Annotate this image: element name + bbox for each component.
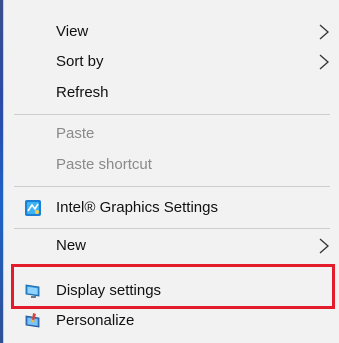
- menu-item-label: Paste: [56, 125, 95, 142]
- menu-item-label: Display settings: [56, 282, 162, 299]
- intel-graphics-icon: [25, 200, 41, 216]
- menu-item-new[interactable]: New: [4, 230, 339, 262]
- menu-item-label: View: [56, 23, 89, 40]
- display-monitor-icon: [25, 284, 40, 298]
- menu-item-paste-shortcut[interactable]: Paste shortcut: [4, 149, 339, 181]
- menu-item-sort-by[interactable]: Sort by: [4, 46, 339, 78]
- menu-item-label: Sort by: [56, 53, 104, 70]
- chevron-right-icon: [319, 24, 329, 40]
- menu-separator: [14, 186, 330, 187]
- menu-separator: [14, 266, 330, 267]
- menu-item-refresh[interactable]: Refresh: [4, 77, 339, 109]
- menu-item-label: Paste shortcut: [56, 156, 152, 173]
- personalize-icon: [25, 313, 40, 328]
- menu-item-label: Personalize: [56, 312, 135, 329]
- chevron-right-icon: [319, 54, 329, 70]
- desktop-context-menu: View Sort by Refresh Paste Paste shortcu…: [3, 0, 339, 343]
- menu-item-paste[interactable]: Paste: [4, 118, 339, 150]
- menu-separator: [14, 114, 330, 115]
- menu-item-label: Refresh: [56, 84, 109, 101]
- menu-item-view[interactable]: View: [4, 16, 339, 48]
- menu-item-intel-graphics-settings[interactable]: Intel® Graphics Settings: [4, 192, 339, 224]
- menu-item-display-settings[interactable]: Display settings: [4, 275, 339, 307]
- menu-item-personalize[interactable]: Personalize: [4, 305, 339, 337]
- menu-item-label: Intel® Graphics Settings: [56, 199, 218, 216]
- menu-item-label: New: [56, 237, 87, 254]
- chevron-right-icon: [319, 238, 329, 254]
- menu-separator: [14, 228, 330, 229]
